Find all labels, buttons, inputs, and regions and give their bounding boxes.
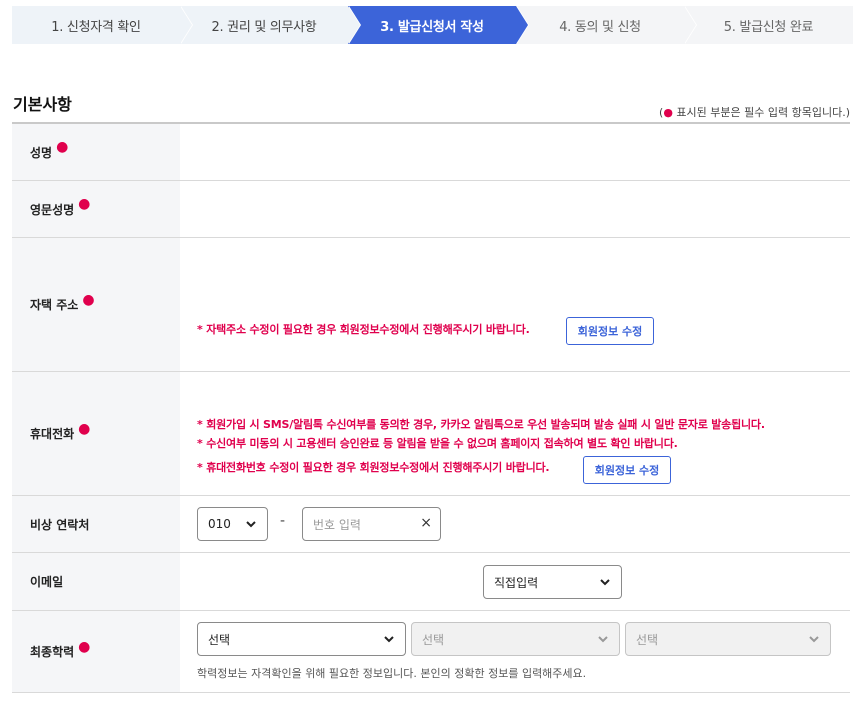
label-mobile: 휴대전화 ●	[12, 372, 180, 495]
section-title: 기본사항	[13, 95, 72, 114]
address-warning: 자택주소 수정이 필요한 경우 회원정보수정에서 진행해주시기 바랍니다.	[197, 321, 530, 339]
phone-dash: -	[280, 513, 286, 529]
education-status-select[interactable]: 선택	[625, 622, 831, 656]
required-dot-icon: ●	[78, 196, 91, 212]
step-1-label: 1. 신청자격 확인	[51, 19, 141, 35]
phone-prefix-select[interactable]: 010	[197, 507, 268, 541]
mobile-warning-3: 휴대전화번호 수정이 필요한 경우 회원정보수정에서 진행해주시기 바랍니다.	[197, 459, 549, 477]
row-name: 성명 ●	[12, 124, 850, 181]
label-emergency: 비상 연락처	[12, 496, 180, 552]
value-email: 직접입력	[180, 553, 850, 610]
chevron-down-icon	[809, 636, 819, 643]
value-education: 선택 선택 선택 학력정보는 자격확인을 위해 필요한 정보입니다. 본인의 정…	[180, 611, 850, 692]
clear-icon[interactable]: ×	[420, 515, 432, 531]
step-4: 4. 동의 및 신청	[516, 6, 697, 44]
education-hint: 학력정보는 자격확인을 위해 필요한 정보입니다. 본인의 정확한 정보를 입력…	[197, 667, 587, 680]
label-address: 자택 주소 ●	[12, 238, 180, 371]
value-address: 자택주소 수정이 필요한 경우 회원정보수정에서 진행해주시기 바랍니다. 회원…	[180, 238, 850, 371]
required-dot-icon: ●	[82, 291, 95, 308]
edit-member-info-button[interactable]: 회원정보 수정	[583, 456, 671, 484]
label-name: 성명 ●	[12, 124, 180, 180]
required-dot-icon: ●	[56, 139, 69, 155]
mobile-warning-2: 수신여부 미동의 시 고용센터 승인완료 등 알림을 받을 수 없으며 홈페이지…	[197, 435, 678, 453]
required-note: (● 표시된 부분은 필수 입력 항목입니다.)	[659, 106, 850, 119]
step-2: 2. 권리 및 의무사항	[180, 6, 361, 44]
row-mobile: 휴대전화● 회원가입 시 SMS/알림톡 수신여부를 동의한 경우, 카카오 알…	[12, 372, 850, 496]
chevron-down-icon	[600, 579, 610, 586]
label-education: 최종학력 ●	[12, 611, 180, 692]
education-school-select[interactable]: 선택	[411, 622, 620, 656]
row-emergency: 비상 연락처 010 - 번호 입력 ×	[12, 496, 850, 553]
email-domain-select[interactable]: 직접입력	[483, 565, 622, 599]
value-emergency: 010 - 번호 입력 ×	[180, 496, 850, 552]
value-eng-name	[180, 181, 850, 237]
step-5: 5. 발급신청 완료	[684, 6, 853, 44]
phone-number-input[interactable]: 번호 입력 ×	[302, 507, 441, 541]
step-4-label: 4. 동의 및 신청	[559, 19, 641, 35]
chevron-down-icon	[246, 521, 256, 528]
label-eng-name: 영문성명 ●	[12, 181, 180, 237]
required-dot-icon: ●	[78, 420, 91, 437]
edit-member-info-button[interactable]: 회원정보 수정	[566, 317, 654, 345]
required-dot-icon: ●	[663, 106, 673, 119]
chevron-down-icon	[384, 636, 394, 643]
step-1: 1. 신청자격 확인	[12, 6, 193, 44]
value-name	[180, 124, 850, 180]
label-email: 이메일	[12, 553, 180, 610]
mobile-warning-1: 회원가입 시 SMS/알림톡 수신여부를 동의한 경우, 카카오 알림톡으로 우…	[197, 416, 765, 434]
education-level-select[interactable]: 선택	[197, 622, 406, 656]
row-address: 자택 주소● 자택주소 수정이 필요한 경우 회원정보수정에서 진행해주시기 바…	[12, 238, 850, 372]
value-mobile: 회원가입 시 SMS/알림톡 수신여부를 동의한 경우, 카카오 알림톡으로 우…	[180, 372, 850, 495]
step-3-label: 3. 발급신청서 작성	[380, 19, 484, 35]
row-email: 이메일 직접입력	[12, 553, 850, 611]
progress-stepper: 1. 신청자격 확인 2. 권리 및 의무사항 3. 발급신청서 작성 4. 동…	[12, 6, 853, 44]
step-2-label: 2. 권리 및 의무사항	[211, 19, 317, 35]
step-5-label: 5. 발급신청 완료	[723, 19, 814, 35]
required-dot-icon: ●	[78, 638, 91, 655]
row-eng-name: 영문성명 ●	[12, 181, 850, 238]
step-3: 3. 발급신청서 작성	[348, 6, 529, 44]
basic-info-form: 성명● 영문성명● 자택 주소● 자택주소 수정이 필요한 경우 회원정보수정에…	[12, 122, 850, 693]
chevron-down-icon	[598, 636, 608, 643]
row-education: 최종학력 ● 선택 선택 선택 학력정보는 자격확인을 위해 필요한 정보입니다.…	[12, 611, 850, 693]
